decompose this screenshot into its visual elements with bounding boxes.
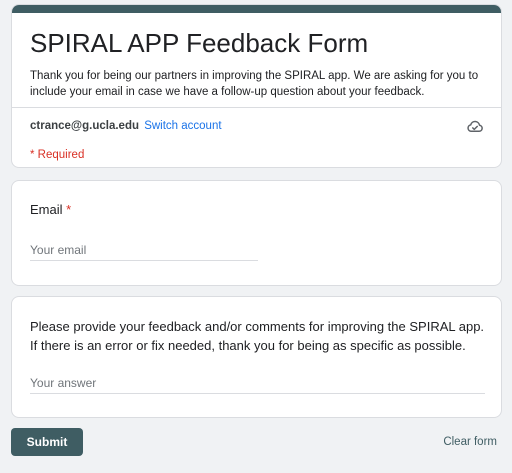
feedback-input[interactable] (30, 376, 485, 394)
question-card-feedback: Please provide your feedback and/or comm… (11, 296, 502, 418)
question-card-email: Email * (11, 180, 502, 286)
form-header-card: SPIRAL APP Feedback Form Thank you for b… (11, 4, 502, 168)
header-divider (12, 107, 501, 108)
header-accent-bar (12, 5, 501, 13)
submit-button[interactable]: Submit (11, 428, 83, 456)
question-label-email: Email * (30, 201, 71, 219)
clear-form-button[interactable]: Clear form (443, 436, 497, 448)
form-description: Thank you for being our partners in impr… (30, 70, 479, 98)
switch-account-link[interactable]: Switch account (144, 120, 221, 132)
question-label-feedback: Please provide your feedback and/or comm… (30, 319, 485, 353)
email-label-text: Email (30, 202, 63, 217)
form-title: SPIRAL APP Feedback Form (30, 28, 369, 58)
account-email: ctrance@g.ucla.edu (30, 120, 139, 132)
account-row: ctrance@g.ucla.edu Switch account (30, 118, 222, 134)
cloud-icon (466, 118, 484, 134)
required-note: * Required (30, 149, 85, 161)
email-input[interactable] (30, 243, 258, 261)
required-star: * (66, 202, 72, 217)
